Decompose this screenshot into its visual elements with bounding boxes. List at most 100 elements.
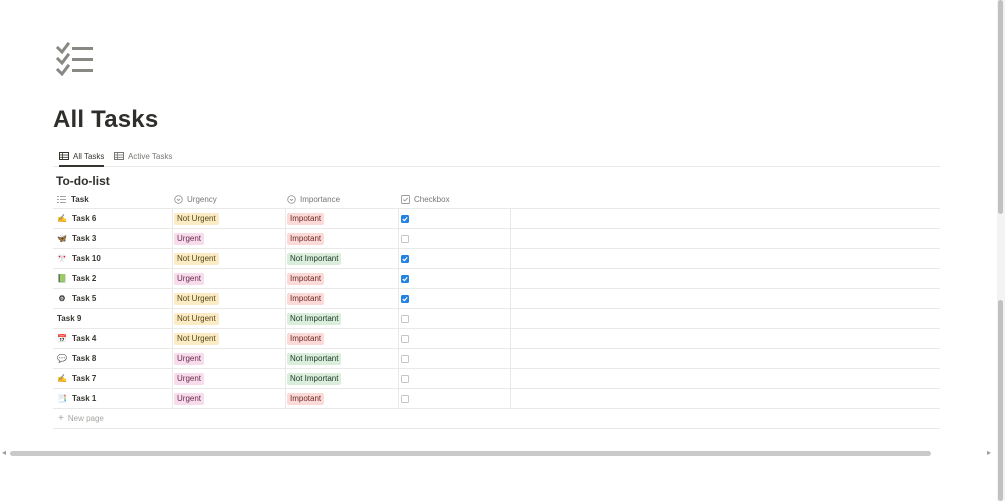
importance-cell[interactable]: Impotant xyxy=(287,289,399,308)
task-cell[interactable]: ✍ Task 6 xyxy=(57,209,169,228)
urgency-cell[interactable]: Not Urgent xyxy=(174,289,286,308)
importance-tag: Not Important xyxy=(287,312,342,325)
task-cell[interactable]: ✍ Task 7 xyxy=(57,369,169,388)
importance-cell[interactable]: Impotant xyxy=(287,269,399,288)
flag-icon[interactable]: 🎌 xyxy=(57,254,67,264)
scroll-left-arrow-icon[interactable]: ◂ xyxy=(2,448,6,457)
task-checkbox[interactable] xyxy=(401,214,409,223)
task-name[interactable]: Task 4 xyxy=(72,334,96,343)
database-title[interactable]: To-do-list xyxy=(56,174,110,188)
plus-icon: + xyxy=(58,413,64,424)
select-icon xyxy=(174,195,183,204)
task-checkbox[interactable] xyxy=(401,354,409,363)
task-name[interactable]: Task 7 xyxy=(72,374,96,383)
urgency-cell[interactable]: Not Urgent xyxy=(174,309,286,328)
task-cell[interactable]: Task 9 xyxy=(57,309,169,328)
urgency-cell[interactable]: Urgent xyxy=(174,229,286,248)
urgency-tag: Not Urgent xyxy=(174,212,219,225)
importance-cell[interactable]: Impotant xyxy=(287,329,399,348)
table-row[interactable]: Task 9 Not Urgent Not Important xyxy=(53,309,940,329)
table-row[interactable]: ✍ Task 6 Not Urgent Impotant xyxy=(53,209,940,229)
importance-cell[interactable]: Not Important xyxy=(287,369,399,388)
gear-icon[interactable]: ⚙ xyxy=(57,294,67,304)
table-row[interactable]: ✍ Task 7 Urgent Not Important xyxy=(53,369,940,389)
new-page-row[interactable]: + New page xyxy=(53,409,940,429)
task-name[interactable]: Task 2 xyxy=(72,274,96,283)
table-row[interactable]: 📑 Task 1 Urgent Impotant xyxy=(53,389,940,409)
task-cell[interactable]: 📅 Task 4 xyxy=(57,329,169,348)
urgency-cell[interactable]: Not Urgent xyxy=(174,329,286,348)
checkbox-icon xyxy=(401,195,410,204)
tab-label: Active Tasks xyxy=(128,151,173,161)
urgency-cell[interactable]: Urgent xyxy=(174,269,286,288)
urgency-cell[interactable]: Not Urgent xyxy=(174,209,286,228)
butterfly-icon[interactable]: 🦋 xyxy=(57,234,67,244)
importance-cell[interactable]: Impotant xyxy=(287,229,399,248)
task-name[interactable]: Task 8 xyxy=(72,354,96,363)
importance-cell[interactable]: Impotant xyxy=(287,209,399,228)
importance-cell[interactable]: Impotant xyxy=(287,389,399,408)
importance-cell[interactable]: Not Important xyxy=(287,349,399,368)
vertical-scrollbar-thumb-lower[interactable] xyxy=(998,300,1003,501)
importance-cell[interactable]: Not Important xyxy=(287,309,399,328)
urgency-tag: Not Urgent xyxy=(174,312,219,325)
urgency-cell[interactable]: Urgent xyxy=(174,369,286,388)
importance-cell[interactable]: Not Important xyxy=(287,249,399,268)
task-checkbox[interactable] xyxy=(401,234,409,243)
pencil-icon[interactable]: ✍ xyxy=(57,214,67,224)
task-name[interactable]: Task 1 xyxy=(72,394,96,403)
urgency-tag: Urgent xyxy=(174,392,205,405)
table-body: ✍ Task 6 Not Urgent Impotant 🦋 Task 3 Urge… xyxy=(53,209,940,409)
table-row[interactable]: 💬 Task 8 Urgent Not Important xyxy=(53,349,940,369)
task-checkbox[interactable] xyxy=(401,334,409,343)
task-name[interactable]: Task 9 xyxy=(57,314,81,323)
task-cell[interactable]: 🎌 Task 10 xyxy=(57,249,169,268)
table-row[interactable]: 📅 Task 4 Not Urgent Impotant xyxy=(53,329,940,349)
calendar-icon[interactable]: 📅 xyxy=(57,334,67,344)
bookmark-tabs-icon[interactable]: 📑 xyxy=(57,394,67,404)
table-row[interactable]: ⚙ Task 5 Not Urgent Impotant xyxy=(53,289,940,309)
table-row[interactable]: 🎌 Task 10 Not Urgent Not Important xyxy=(53,249,940,269)
urgency-cell[interactable]: Not Urgent xyxy=(174,249,286,268)
task-cell[interactable]: ⚙ Task 5 xyxy=(57,289,169,308)
table-row[interactable]: 📗 Task 2 Urgent Impotant xyxy=(53,269,940,289)
vertical-scrollbar-thumb[interactable] xyxy=(998,0,1003,214)
task-cell[interactable]: 📑 Task 1 xyxy=(57,389,169,408)
book-icon[interactable]: 📗 xyxy=(57,274,67,284)
urgency-tag: Urgent xyxy=(174,272,205,285)
tab-all-tasks[interactable]: All Tasks xyxy=(59,146,105,167)
horizontal-scrollbar-thumb[interactable] xyxy=(10,451,931,456)
importance-tag: Not Important xyxy=(287,352,342,365)
table-row[interactable]: 🦋 Task 3 Urgent Impotant xyxy=(53,229,940,249)
task-checkbox[interactable] xyxy=(401,394,409,403)
task-name[interactable]: Task 10 xyxy=(72,254,101,263)
tab-label: All Tasks xyxy=(73,151,105,161)
urgency-cell[interactable]: Urgent xyxy=(174,349,286,368)
task-name[interactable]: Task 5 xyxy=(72,294,96,303)
tab-active-tasks[interactable]: Active Tasks xyxy=(114,146,172,166)
task-checkbox[interactable] xyxy=(401,254,409,263)
task-cell[interactable]: 💬 Task 8 xyxy=(57,349,169,368)
importance-tag: Impotant xyxy=(287,292,325,305)
task-checkbox[interactable] xyxy=(401,374,409,383)
column-header-urgency[interactable]: Urgency xyxy=(174,191,286,208)
task-cell[interactable]: 🦋 Task 3 xyxy=(57,229,169,248)
column-label: Importance xyxy=(300,195,341,204)
task-cell[interactable]: 📗 Task 2 xyxy=(57,269,169,288)
column-header-checkbox[interactable]: Checkbox xyxy=(401,191,511,208)
task-checkbox[interactable] xyxy=(401,314,409,323)
importance-tag: Impotant xyxy=(287,332,325,345)
task-name[interactable]: Task 3 xyxy=(72,234,96,243)
checkbox-cell xyxy=(401,289,511,308)
task-checkbox[interactable] xyxy=(401,274,409,283)
pencil-icon[interactable]: ✍ xyxy=(57,374,67,384)
speech-bubble-icon[interactable]: 💬 xyxy=(57,354,67,364)
scroll-right-arrow-icon[interactable]: ▸ xyxy=(987,448,991,457)
checkbox-cell xyxy=(401,349,511,368)
column-header-importance[interactable]: Importance xyxy=(287,191,399,208)
list-icon xyxy=(57,196,66,203)
task-checkbox[interactable] xyxy=(401,294,409,303)
column-header-task[interactable]: Task xyxy=(57,191,169,208)
urgency-cell[interactable]: Urgent xyxy=(174,389,286,408)
task-name[interactable]: Task 6 xyxy=(72,214,96,223)
